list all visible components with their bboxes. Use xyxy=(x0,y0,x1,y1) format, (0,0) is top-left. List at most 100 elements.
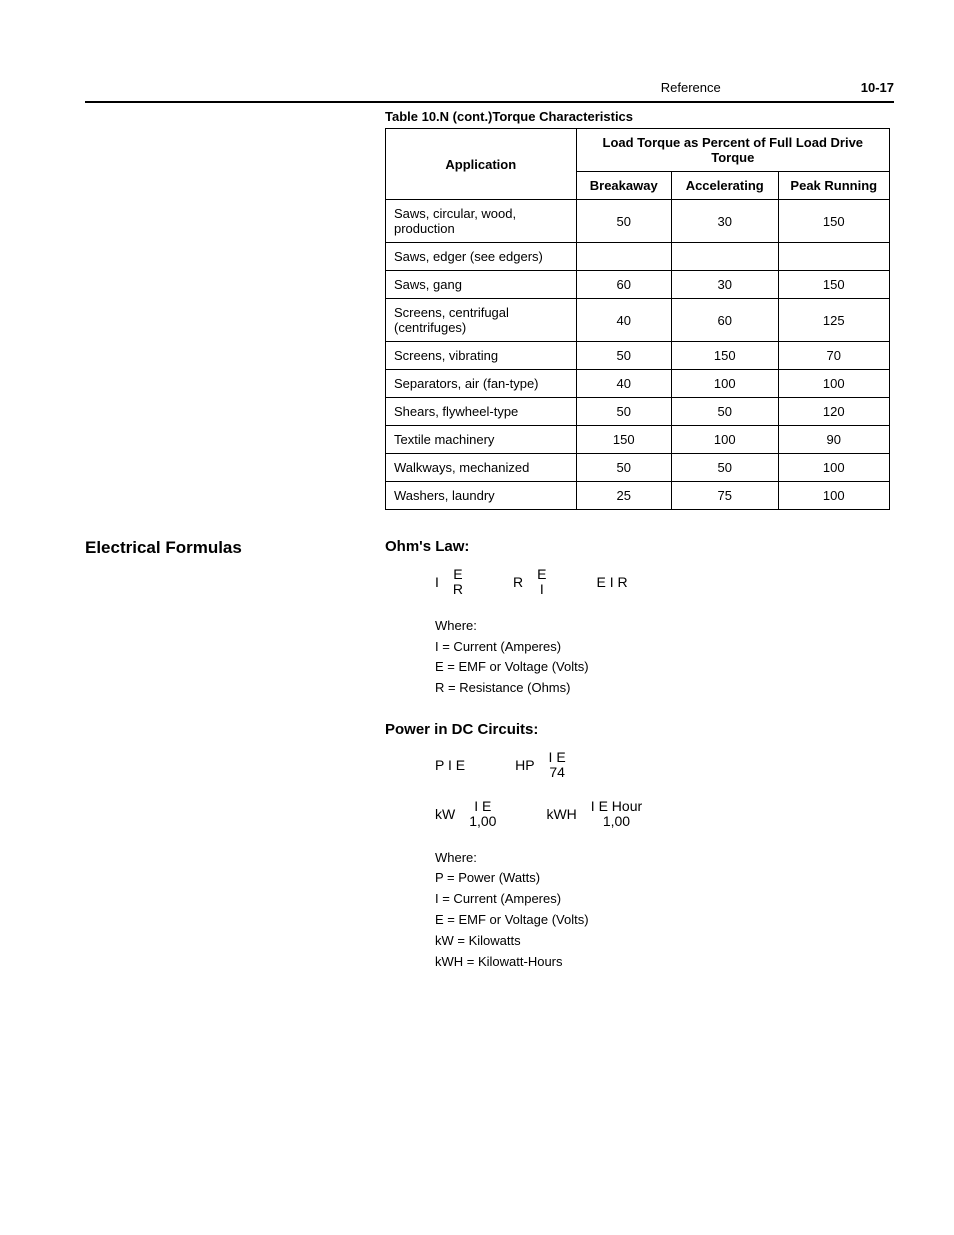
formula-text: P I E xyxy=(435,757,465,773)
cell-breakaway: 40 xyxy=(576,370,671,398)
fraction: I E 1,00 xyxy=(469,799,496,830)
table-row: Screens, centrifugal (centrifuges) 40 60… xyxy=(386,299,890,342)
formula-row-dc-2: kW I E 1,00 kWH I E Hour 1,00 xyxy=(435,799,894,830)
section-heading-electrical-formulas: Electrical Formulas xyxy=(85,538,385,994)
where-label: Where: xyxy=(435,848,894,869)
table-row: Saws, gang 60 30 150 xyxy=(386,271,890,299)
cell-peak: 150 xyxy=(778,200,889,243)
fraction-bot: R xyxy=(453,582,463,597)
fraction: I E 74 xyxy=(549,750,566,781)
formula-e-equals-i-r: E I R xyxy=(596,567,627,598)
cell-peak: 70 xyxy=(778,342,889,370)
cell-peak: 120 xyxy=(778,398,889,426)
table-row: Washers, laundry 25 75 100 xyxy=(386,482,890,510)
cell-breakaway: 50 xyxy=(576,200,671,243)
fraction-bot: I xyxy=(540,582,544,597)
where-line: E = EMF or Voltage (Volts) xyxy=(435,910,894,931)
formula-hp: HP I E 74 xyxy=(515,750,566,781)
fraction-bot: 74 xyxy=(549,765,565,780)
cell-accelerating: 100 xyxy=(671,370,778,398)
formula-row-dc-1: P I E HP I E 74 xyxy=(435,750,894,781)
cell-breakaway xyxy=(576,243,671,271)
cell-accelerating: 60 xyxy=(671,299,778,342)
cell-breakaway: 50 xyxy=(576,342,671,370)
cell-application: Saws, edger (see edgers) xyxy=(386,243,577,271)
cell-accelerating: 30 xyxy=(671,271,778,299)
formula-r-equals-e-over-i: R E I xyxy=(513,567,546,598)
table-row: Saws, circular, wood, production 50 30 1… xyxy=(386,200,890,243)
page-header: Reference 10-17 xyxy=(85,80,894,103)
cell-accelerating: 75 xyxy=(671,482,778,510)
where-line: R = Resistance (Ohms) xyxy=(435,678,894,699)
where-line: I = Current (Amperes) xyxy=(435,637,894,658)
cell-application: Textile machinery xyxy=(386,426,577,454)
table-col-group-title: Load Torque as Percent of Full Load Driv… xyxy=(576,129,889,172)
formula-kwh: kWH I E Hour 1,00 xyxy=(546,799,642,830)
cell-breakaway: 25 xyxy=(576,482,671,510)
fraction-bot: 1,00 xyxy=(469,814,496,829)
formula-lhs: kWH xyxy=(546,806,576,822)
formula-lhs: kW xyxy=(435,806,455,822)
where-block-dc: Where: P = Power (Watts) I = Current (Am… xyxy=(435,848,894,973)
cell-application: Separators, air (fan-type) xyxy=(386,370,577,398)
cell-accelerating: 50 xyxy=(671,398,778,426)
cell-breakaway: 150 xyxy=(576,426,671,454)
subsection-power-dc: Power in DC Circuits: xyxy=(385,721,894,738)
cell-breakaway: 40 xyxy=(576,299,671,342)
torque-table: Application Load Torque as Percent of Fu… xyxy=(385,128,890,510)
cell-peak: 150 xyxy=(778,271,889,299)
fraction-top: I E xyxy=(474,799,491,814)
fraction: I E Hour 1,00 xyxy=(591,799,642,830)
cell-peak: 100 xyxy=(778,482,889,510)
fraction-top: E xyxy=(537,567,546,582)
table-row: Separators, air (fan-type) 40 100 100 xyxy=(386,370,890,398)
formula-p-equals-i-e: P I E xyxy=(435,750,465,781)
table-caption: Table 10.N (cont.)Torque Characteristics xyxy=(385,109,894,124)
formula-lhs: I xyxy=(435,574,439,590)
where-line: I = Current (Amperes) xyxy=(435,889,894,910)
fraction: E R xyxy=(453,567,463,598)
cell-application: Saws, circular, wood, production xyxy=(386,200,577,243)
cell-application: Washers, laundry xyxy=(386,482,577,510)
formula-lhs: HP xyxy=(515,757,534,773)
table-row: Walkways, mechanized 50 50 100 xyxy=(386,454,890,482)
where-line: E = EMF or Voltage (Volts) xyxy=(435,657,894,678)
cell-accelerating: 50 xyxy=(671,454,778,482)
table-col-breakaway: Breakaway xyxy=(576,172,671,200)
fraction-top: E xyxy=(453,567,462,582)
header-chapter: Reference xyxy=(661,80,721,95)
where-label: Where: xyxy=(435,616,894,637)
where-line: kWH = Kilowatt-Hours xyxy=(435,952,894,973)
table-row: Screens, vibrating 50 150 70 xyxy=(386,342,890,370)
table-row: Saws, edger (see edgers) xyxy=(386,243,890,271)
table-col-accelerating: Accelerating xyxy=(671,172,778,200)
subsection-ohms-law: Ohm's Law: xyxy=(385,538,894,555)
formula-lhs: R xyxy=(513,574,523,590)
where-block-ohms: Where: I = Current (Amperes) E = EMF or … xyxy=(435,616,894,699)
where-line: P = Power (Watts) xyxy=(435,868,894,889)
table-row: Textile machinery 150 100 90 xyxy=(386,426,890,454)
cell-accelerating xyxy=(671,243,778,271)
cell-peak: 125 xyxy=(778,299,889,342)
formula-i-equals-e-over-r: I E R xyxy=(435,567,463,598)
cell-application: Shears, flywheel-type xyxy=(386,398,577,426)
cell-application: Walkways, mechanized xyxy=(386,454,577,482)
cell-breakaway: 60 xyxy=(576,271,671,299)
header-page-number: 10-17 xyxy=(861,80,894,95)
table-row: Shears, flywheel-type 50 50 120 xyxy=(386,398,890,426)
fraction-top: I E xyxy=(549,750,566,765)
where-line: kW = Kilowatts xyxy=(435,931,894,952)
cell-accelerating: 150 xyxy=(671,342,778,370)
cell-peak xyxy=(778,243,889,271)
formula-kw: kW I E 1,00 xyxy=(435,799,496,830)
table-col-application: Application xyxy=(386,129,577,200)
cell-peak: 90 xyxy=(778,426,889,454)
fraction-bot: 1,00 xyxy=(603,814,630,829)
cell-breakaway: 50 xyxy=(576,398,671,426)
cell-application: Screens, vibrating xyxy=(386,342,577,370)
formula-row-ohms: I E R R E I E I R xyxy=(435,567,894,598)
fraction-top: I E Hour xyxy=(591,799,642,814)
cell-accelerating: 30 xyxy=(671,200,778,243)
cell-accelerating: 100 xyxy=(671,426,778,454)
cell-peak: 100 xyxy=(778,370,889,398)
